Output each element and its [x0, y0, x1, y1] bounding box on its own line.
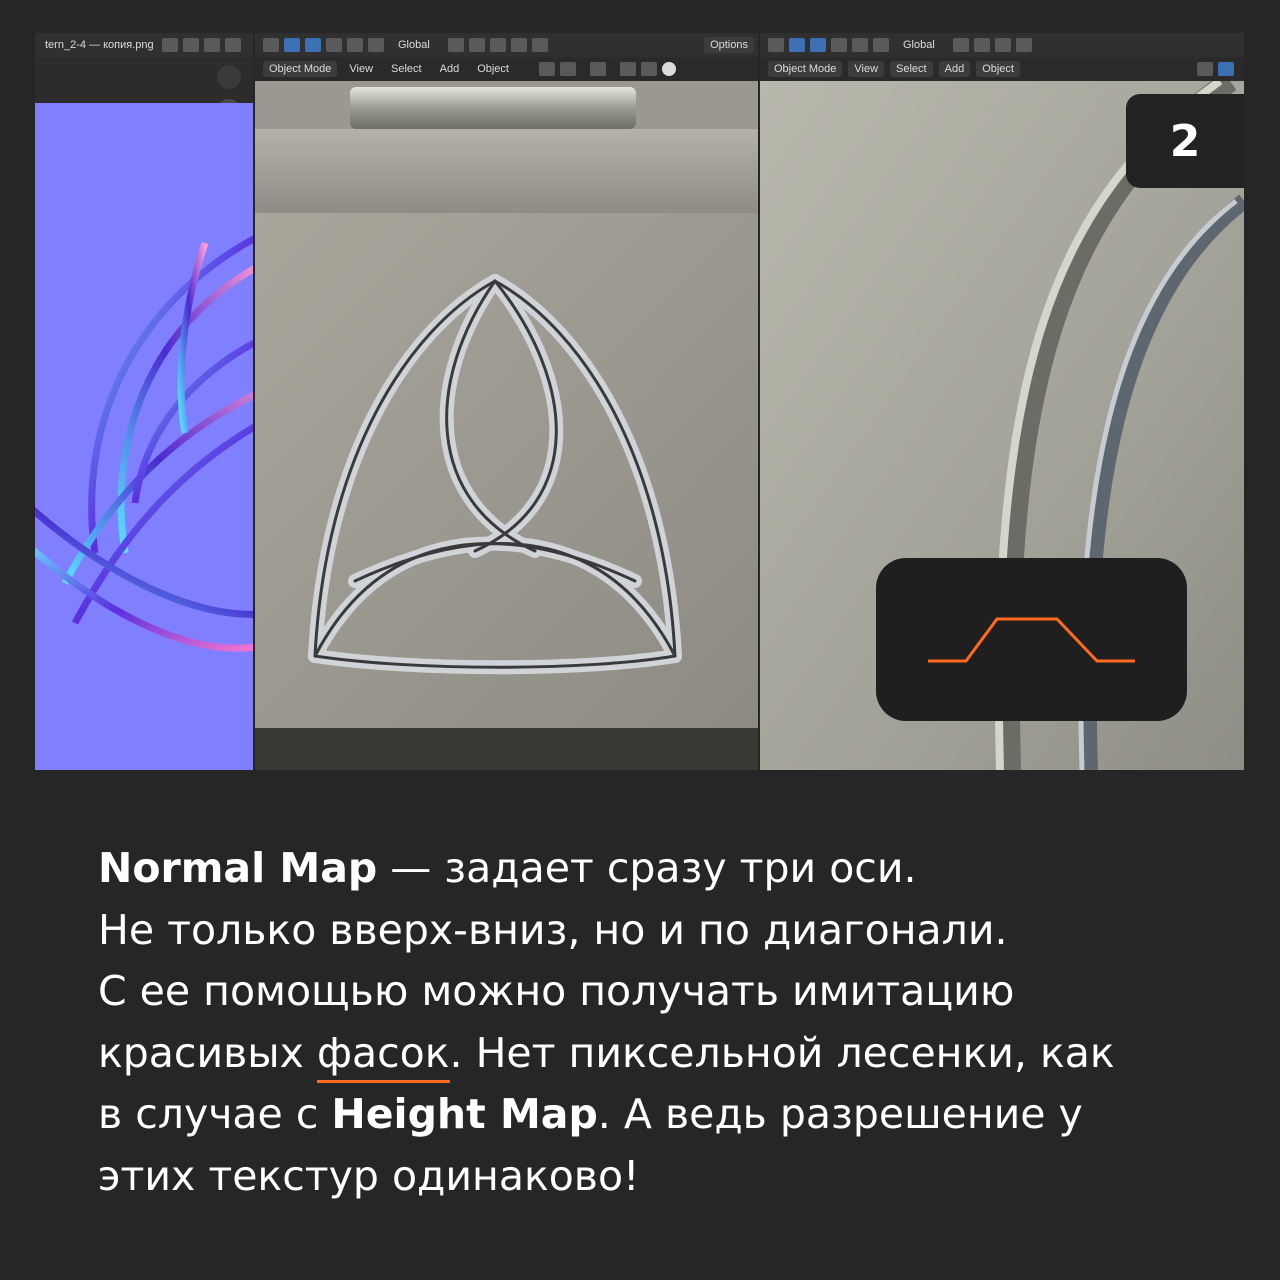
image-editor-tool-region — [35, 57, 253, 123]
image-editor-header: tern_2-4 — копия.png — [35, 33, 253, 57]
zoom-icon[interactable] — [217, 65, 241, 89]
stone-block-render — [255, 81, 758, 770]
select-box-icon[interactable] — [326, 38, 342, 52]
overlay-icon[interactable] — [589, 62, 606, 76]
snap-icon[interactable] — [468, 38, 485, 52]
select-lasso-icon[interactable] — [368, 38, 384, 52]
snap-target-icon[interactable] — [994, 38, 1011, 52]
viewport-right-header: Global — [760, 33, 1244, 57]
viewport-middle-panel: Global Options Object Mode View Select A… — [255, 33, 758, 770]
viewport-middle-header: Global Options — [255, 33, 758, 57]
object-mode-select[interactable]: Object Mode — [768, 61, 843, 77]
folder-icon[interactable] — [203, 38, 220, 52]
shield-icon[interactable] — [161, 38, 178, 52]
falloff-icon[interactable] — [531, 38, 548, 52]
caption-line-1: Normal Map — задает сразу три оси. — [98, 844, 917, 892]
normal-map-image — [35, 103, 253, 770]
select-circle-icon[interactable] — [852, 38, 868, 52]
gizmo-icon[interactable] — [1218, 62, 1234, 76]
xray-icon[interactable] — [619, 62, 636, 76]
bevel-profile-line — [928, 617, 1135, 663]
menu-view[interactable]: View — [343, 61, 379, 77]
viewport-middle-menubar: Object Mode View Select Add Object — [255, 57, 758, 81]
menu-select[interactable]: Select — [385, 61, 428, 77]
duplicate-icon[interactable] — [182, 38, 199, 52]
select-mode-icon[interactable] — [810, 38, 826, 52]
select-circle-icon[interactable] — [347, 38, 363, 52]
normal-map-term: Normal Map — [98, 844, 378, 892]
select-lasso-icon[interactable] — [873, 38, 889, 52]
transform-orientation[interactable]: Global — [903, 39, 935, 51]
menu-view[interactable]: View — [848, 61, 885, 77]
close-icon[interactable] — [224, 38, 241, 52]
select-cursor-icon[interactable] — [284, 38, 300, 52]
snap-target-icon[interactable] — [489, 38, 506, 52]
caption-line-2: Не только вверх-вниз, но и по диагонали. — [98, 905, 1008, 954]
proportional-edit-icon[interactable] — [510, 38, 527, 52]
caption-line-4: красивых фасок. Нет пиксельной лесенки, … — [98, 1028, 1115, 1077]
object-mode-select[interactable]: Object Mode — [263, 61, 338, 77]
menu-add[interactable]: Add — [938, 61, 971, 77]
menu-select[interactable]: Select — [890, 61, 933, 77]
slide-number-badge: 2 — [1126, 94, 1244, 188]
select-box-icon[interactable] — [831, 38, 847, 52]
snap-icon[interactable] — [973, 38, 990, 52]
bevel-word-underlined: фасок — [316, 1028, 450, 1077]
gizmo-icon[interactable] — [559, 62, 576, 76]
slide-caption: Normal Map — задает сразу три оси. Не то… — [98, 838, 1248, 1207]
menu-object[interactable]: Object — [471, 61, 515, 77]
wireframe-shading-icon[interactable] — [640, 62, 657, 76]
visibility-icon[interactable] — [538, 62, 555, 76]
select-cursor-icon[interactable] — [789, 38, 805, 52]
menu-add[interactable]: Add — [434, 61, 466, 77]
caption-line-5: в случае с Height Map. А ведь разрешение… — [98, 1090, 1083, 1138]
pivot-point-icon[interactable] — [447, 38, 464, 52]
height-map-term: Height Map — [331, 1090, 598, 1138]
caption-line-3: С ее помощью можно получать имитацию — [98, 967, 1015, 1015]
select-mode-icon[interactable] — [305, 38, 321, 52]
options-button[interactable]: Options — [704, 37, 754, 53]
image-editor-panel: tern_2-4 — копия.png — [35, 33, 253, 770]
transform-orientation[interactable]: Global — [398, 39, 430, 51]
bevel-profile-diagram — [876, 558, 1187, 721]
viewport-right-menubar: Object Mode View Select Add Object — [760, 57, 1244, 81]
image-file-tab[interactable]: tern_2-4 — копия.png — [45, 39, 154, 51]
caption-line-6: этих текстур одинаково! — [98, 1151, 640, 1200]
visibility-icon[interactable] — [1197, 62, 1213, 76]
pivot-point-icon[interactable] — [952, 38, 969, 52]
solid-shading-icon[interactable] — [661, 62, 676, 76]
transform-pivot-icon[interactable] — [768, 38, 784, 52]
transform-pivot-icon[interactable] — [263, 38, 279, 52]
proportional-edit-icon[interactable] — [1015, 38, 1032, 52]
menu-object[interactable]: Object — [976, 61, 1020, 77]
